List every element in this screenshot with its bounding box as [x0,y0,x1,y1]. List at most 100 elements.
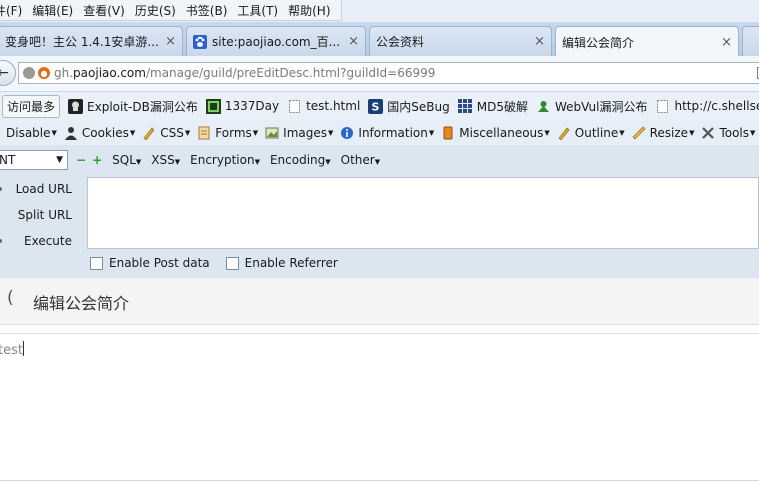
hackbar-dropdown[interactable]: NT ▼ [0,150,68,170]
bookmark-test-html[interactable]: test.html [287,99,360,114]
bookmark-webvul[interactable]: WebVul漏洞公布 [536,98,647,115]
chevron-down-icon: ▼ [619,128,625,137]
devbar-forms[interactable]: Forms ▼ [197,126,258,140]
hackbar-options: Enable Post data Enable Referrer [90,256,354,270]
info-icon [340,126,354,140]
back-arrow-icon: ← [0,65,9,81]
close-icon[interactable]: × [348,34,359,49]
text-caret [22,341,24,356]
bookmark-most-visited[interactable]: 访问最多 [2,94,61,118]
url-path: /manage/guild/preEditDesc.html?guildId=6… [145,66,436,80]
bookmark-label: MD5破解 [476,99,528,114]
menu-bookmarks[interactable]: 书签(B) [186,2,228,19]
css-pencil-icon [142,126,156,140]
back-button[interactable]: ← [0,60,16,86]
navigation-bar: ← ● gh. paojiao.com/manage/guild/preEditD… [0,56,759,92]
devbar-label: Information [358,125,428,140]
menu-edit[interactable]: 编辑(E) [32,2,73,19]
menu-bar: 件(F) 编辑(E) 查看(V) 历史(S) 书签(B) 工具(T) 帮助(H) [0,0,759,22]
chevron-down-icon: ▼ [544,128,550,137]
page-header: ( 编辑公会简介 [0,278,759,325]
hackbar-menu-label: Encryption [190,153,255,167]
bookmark-label: 国内SeBug [387,99,450,114]
hackbar-menu-label: SQL [112,153,136,167]
devbar-tools[interactable]: Tools ▼ [701,126,755,140]
guild-intro-editor[interactable]: test [0,333,759,481]
load-url-button[interactable]: Load URL [0,176,86,202]
site-identity-icon [23,67,35,79]
tab-guild-profile[interactable]: 公会资料 × [369,26,552,56]
misc-icon [441,126,455,140]
devbar-information[interactable]: Information ▼ [340,126,434,140]
close-icon[interactable]: × [165,34,176,49]
tab-game[interactable]: 变身吧！主公 1.4.1安卓游... × [0,26,183,56]
enable-referrer-option[interactable]: Enable Referrer [225,256,338,270]
url-bar[interactable]: ● gh. paojiao.com/manage/guild/preEditDes… [18,62,759,84]
devbar-label: Images [283,125,328,140]
svg-text:S: S [372,100,380,113]
editor-text: test [0,343,23,358]
hackbar-menu-encryption[interactable]: Encryption▼ [190,153,260,167]
bookmark-label: http://c.shellsec.c [674,99,759,113]
menu-history[interactable]: 历史(S) [135,2,176,19]
devbar-label: Disable [6,125,51,140]
bookmark-1337day[interactable]: 1337Day [205,98,279,114]
menu-file[interactable]: 件(F) [0,2,22,19]
bookmark-sebug[interactable]: S 国内SeBug [368,98,450,115]
tab-edit-guild-intro[interactable]: 编辑公会简介 × [555,26,739,57]
hackbar-panel: NT ▼ − + SQL▼ XSS▼ Encryption▼ Encoding▼… [0,145,759,278]
devbar-css[interactable]: CSS ▼ [142,126,190,140]
devbar-outline[interactable]: Outline ▼ [557,126,625,140]
hackbar-menu-other[interactable]: Other▼ [341,153,380,167]
back-chevron-icon[interactable]: ( [7,288,14,308]
enable-post-data-checkbox[interactable] [90,256,103,270]
page-content: ( 编辑公会简介 test [0,278,759,485]
menu-help[interactable]: 帮助(H) [288,2,330,19]
devbar-cookies[interactable]: Cookies ▼ [64,126,135,140]
md5-grid-icon [457,98,473,114]
hackbar-plus-button[interactable]: + [92,153,102,167]
tab-baidu-search[interactable]: site:paojiao.com_百... × [186,26,366,56]
editor-content[interactable]: test [0,341,24,358]
page-icon [287,99,302,114]
tab-overflow[interactable] [742,26,759,56]
hackbar-url-textarea[interactable] [87,177,759,249]
chevron-down-icon: ▼ [135,158,142,166]
bullet-icon [0,187,2,191]
hackbar-dropdown-value: NT [0,153,16,167]
close-icon[interactable]: × [534,34,545,49]
chevron-down-icon: ▼ [328,128,334,137]
menu-view[interactable]: 查看(V) [83,2,125,19]
hackbar-minus-button[interactable]: − [76,153,86,167]
rss-feed-icon[interactable]: ● [38,67,50,79]
devbar-label: Tools [719,125,750,140]
hackbar-menu-encoding[interactable]: Encoding▼ [270,153,331,167]
devbar-resize[interactable]: Resize ▼ [632,126,694,140]
hackbar-menu-label: Encoding [269,153,326,167]
action-label: Split URL [17,208,72,222]
devbar-miscellaneous[interactable]: Miscellaneous ▼ [441,126,550,140]
hackbar-menu-sql[interactable]: SQL▼ [112,153,141,167]
hackbar-menu-label: Other [340,153,375,167]
tab-label: site:paojiao.com_百... [212,35,341,49]
menu-tools[interactable]: 工具(T) [237,2,278,19]
enable-referrer-checkbox[interactable] [225,256,239,270]
page-icon [655,99,670,114]
tab-label: 公会资料 [376,35,425,49]
bookmark-md5[interactable]: MD5破解 [457,98,528,115]
devbar-images[interactable]: Images ▼ [265,126,333,140]
bookmark-shellsec[interactable]: http://c.shellsec.c [655,99,759,114]
enable-post-data-option[interactable]: Enable Post data [90,256,210,270]
hackbar-menu-xss[interactable]: XSS▼ [151,153,180,167]
devbar-disable[interactable]: Disable ▼ [6,126,57,140]
close-icon[interactable]: × [721,35,732,50]
chevron-down-icon: ▼ [325,158,331,166]
bookmark-label: Exploit-DB漏洞公布 [87,99,198,114]
tools-icon [701,126,715,140]
bookmark-exploit-db[interactable]: Exploit-DB漏洞公布 [68,98,198,115]
images-icon [265,126,279,140]
split-url-button[interactable]: Split URL [0,202,86,228]
execute-button[interactable]: Execute [0,228,86,254]
devbar-label: Cookies [81,125,129,140]
page-title: 编辑公会简介 [33,294,130,313]
